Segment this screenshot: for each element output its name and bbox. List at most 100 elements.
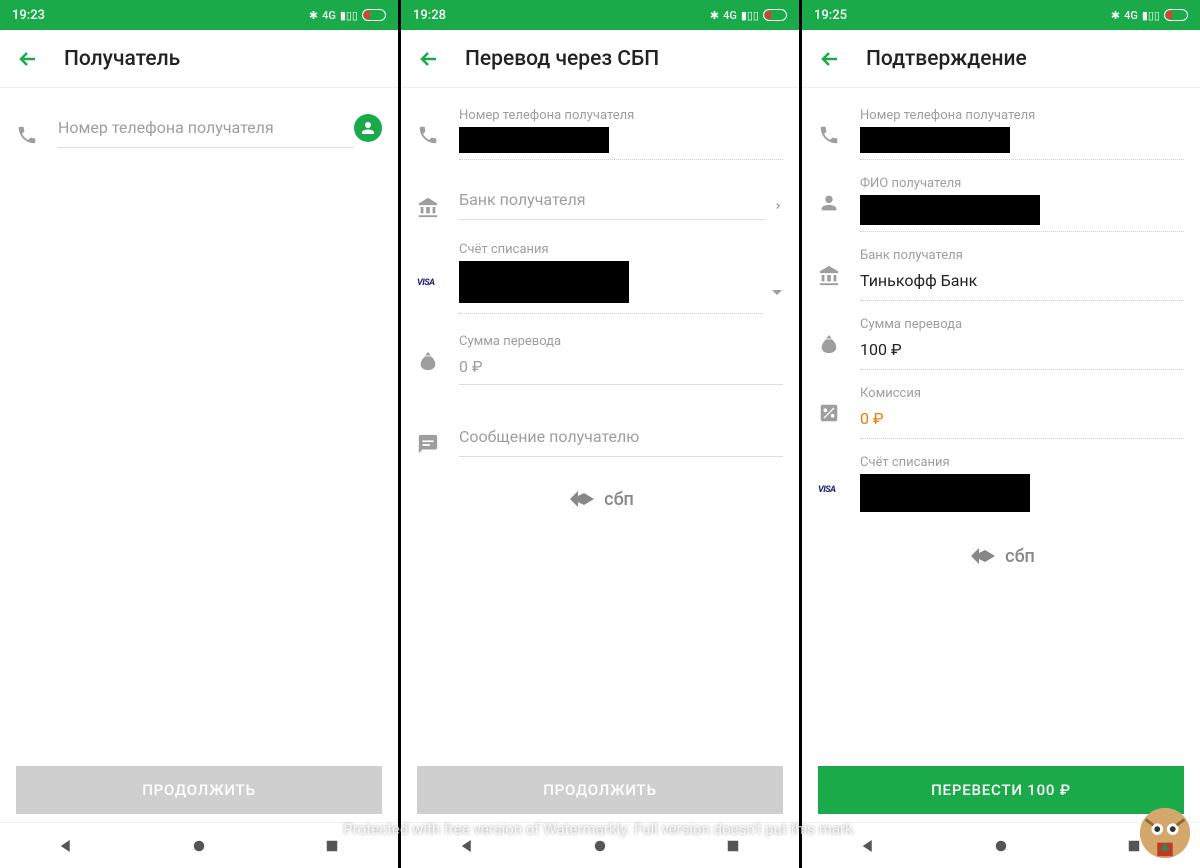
nav-back-icon[interactable] [859, 837, 877, 855]
transfer-button[interactable]: ПЕРЕВЕСТИ 100 ₽ [818, 766, 1184, 814]
nav-recent-icon[interactable] [724, 837, 742, 855]
app-header: Получатель [0, 30, 398, 88]
account-value-redacted [860, 474, 1030, 512]
phone-label: Номер телефона получателя [860, 108, 1184, 123]
nav-home-icon[interactable] [190, 837, 208, 855]
signal-bars-icon: ▮▯▯ [741, 9, 759, 22]
amount-field: Сумма перевода 100 ₽ [802, 311, 1200, 370]
signal-icon: 4G [1124, 9, 1138, 22]
phone-field[interactable]: Номер телефона получателя [0, 102, 398, 150]
status-icons: ✱ 4G ▮▯▯ [710, 9, 787, 22]
nav-bar [0, 822, 398, 868]
continue-button[interactable]: ПРОДОЛЖИТЬ [16, 766, 382, 814]
bluetooth-icon: ✱ [309, 9, 318, 22]
amount-value: 100 ₽ [860, 336, 1184, 367]
sbp-label: сбп [604, 489, 634, 510]
amount-value: 0 ₽ [459, 353, 783, 384]
phone-field: Номер телефона получателя [802, 102, 1200, 160]
back-button[interactable] [417, 47, 441, 71]
status-time: 19:25 [814, 8, 1111, 23]
battery-icon [763, 9, 787, 21]
contacts-button[interactable] [354, 114, 382, 142]
page-title: Получатель [64, 47, 180, 71]
nav-home-icon[interactable] [591, 837, 609, 855]
dropdown-icon [771, 282, 783, 301]
phone-icon [16, 124, 44, 150]
account-label: Счёт списания [860, 455, 1184, 470]
app-header: Подтверждение [802, 30, 1200, 88]
fee-value: 0 ₽ [860, 405, 1184, 436]
bank-label: Банк получателя [860, 248, 1184, 263]
bank-value: Тинькофф Банк [860, 267, 1184, 298]
account-field[interactable]: VISA Счёт списания [401, 236, 799, 314]
bank-field: Банк получателя Тинькофф Банк [802, 242, 1200, 301]
content: Номер телефона получателя ФИО получателя… [802, 88, 1200, 758]
sbp-logo: сбп [802, 540, 1200, 572]
person-icon [818, 192, 846, 218]
phone-icon [818, 124, 846, 150]
continue-button[interactable]: ПРОДОЛЖИТЬ [417, 766, 783, 814]
phone-icon [417, 124, 445, 150]
account-field: VISA Счёт списания [802, 449, 1200, 516]
message-field[interactable]: Сообщение получателю [401, 411, 799, 459]
visa-icon: VISA [818, 477, 846, 496]
account-value-redacted [459, 261, 629, 303]
back-button[interactable] [818, 47, 842, 71]
bottom-area: ПРОДОЛЖИТЬ [401, 758, 799, 822]
nav-recent-icon[interactable] [323, 837, 341, 855]
page-title: Перевод через СБП [465, 47, 659, 71]
bluetooth-icon: ✱ [710, 9, 719, 22]
status-time: 19:23 [12, 8, 309, 23]
status-time: 19:28 [413, 8, 710, 23]
name-value-redacted [860, 195, 1040, 225]
sbp-label: сбп [1005, 546, 1035, 567]
nav-back-icon[interactable] [458, 837, 476, 855]
amount-label: Сумма перевода [459, 334, 783, 349]
status-bar: 19:28 ✱ 4G ▮▯▯ [401, 0, 799, 30]
bottom-area: ПРОДОЛЖИТЬ [0, 758, 398, 822]
visa-icon: VISA [417, 270, 445, 289]
mascot-icon [1136, 804, 1194, 862]
amount-field[interactable]: Сумма перевода 0 ₽ [401, 328, 799, 385]
content: Номер телефона получателя [0, 88, 398, 758]
screen-recipient: 19:23 ✱ 4G ▮▯▯ Получатель Номер телефона… [0, 0, 398, 868]
phone-value-redacted [459, 127, 609, 153]
nav-bar [401, 822, 799, 868]
screen-transfer: 19:28 ✱ 4G ▮▯▯ Перевод через СБП Номер т… [401, 0, 799, 868]
fee-field: Комиссия 0 ₽ [802, 380, 1200, 439]
signal-icon: 4G [322, 9, 336, 22]
money-bag-icon [417, 350, 445, 376]
percent-icon [818, 402, 846, 428]
message-icon [417, 433, 445, 459]
status-icons: ✱ 4G ▮▯▯ [309, 9, 386, 22]
back-button[interactable] [16, 47, 40, 71]
signal-bars-icon: ▮▯▯ [340, 9, 358, 22]
status-icons: ✱ 4G ▮▯▯ [1111, 9, 1188, 22]
bank-icon [818, 264, 846, 290]
status-bar: 19:23 ✱ 4G ▮▯▯ [0, 0, 398, 30]
phone-value-redacted [860, 127, 1010, 153]
name-label: ФИО получателя [860, 176, 1184, 191]
phone-label: Номер телефона получателя [459, 108, 783, 123]
bank-icon [417, 196, 445, 222]
battery-icon [362, 9, 386, 21]
signal-bars-icon: ▮▯▯ [1142, 9, 1160, 22]
phone-field: Номер телефона получателя [401, 102, 799, 160]
status-bar: 19:25 ✱ 4G ▮▯▯ [802, 0, 1200, 30]
sbp-logo: сбп [401, 483, 799, 515]
account-label: Счёт списания [459, 242, 763, 257]
bank-placeholder: Банк получателя [459, 180, 765, 219]
bank-field[interactable]: Банк получателя [401, 174, 799, 222]
signal-icon: 4G [723, 9, 737, 22]
app-header: Перевод через СБП [401, 30, 799, 88]
page-title: Подтверждение [866, 47, 1027, 71]
battery-icon [1164, 9, 1188, 21]
bluetooth-icon: ✱ [1111, 9, 1120, 22]
nav-back-icon[interactable] [57, 837, 75, 855]
money-bag-icon [818, 333, 846, 359]
chevron-right-icon [773, 196, 783, 215]
name-field: ФИО получателя [802, 170, 1200, 232]
nav-home-icon[interactable] [992, 837, 1010, 855]
screen-confirmation: 19:25 ✱ 4G ▮▯▯ Подтверждение Номер телеф… [802, 0, 1200, 868]
message-placeholder: Сообщение получателю [459, 417, 783, 456]
